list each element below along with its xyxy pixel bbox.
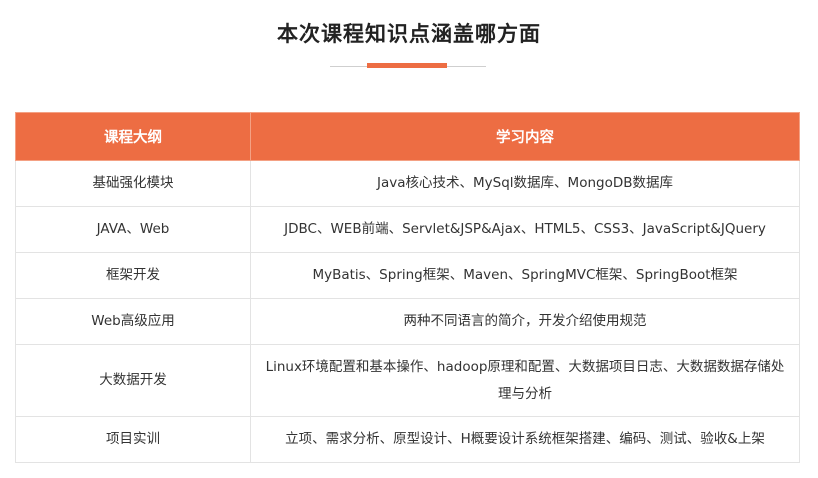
module-cell: 框架开发: [15, 252, 251, 299]
module-cell: 大数据开发: [15, 344, 251, 417]
table-row: 项目实训 立项、需求分析、原型设计、H概要设计系统框架搭建、编码、测试、验收&上…: [15, 416, 800, 463]
table-header-row: 课程大纲 学习内容: [15, 112, 800, 161]
header-course-outline: 课程大纲: [15, 112, 251, 161]
module-cell: Web高级应用: [15, 298, 251, 345]
module-cell: 项目实训: [15, 416, 251, 463]
content-cell: 两种不同语言的简介，开发介绍使用规范: [250, 298, 800, 345]
course-outline-page: 本次课程知识点涵盖哪方面 课程大纲 学习内容 基础强化模块 Java核心技术、M…: [0, 0, 818, 478]
page-title: 本次课程知识点涵盖哪方面: [277, 22, 541, 46]
table-row: 大数据开发 Linux环境配置和基本操作、hadoop原理和配置、大数据项目日志…: [15, 344, 800, 417]
module-cell: JAVA、Web: [15, 206, 251, 253]
content-cell: Linux环境配置和基本操作、hadoop原理和配置、大数据项目日志、大数据数据…: [250, 344, 800, 417]
content-cell: 立项、需求分析、原型设计、H概要设计系统框架搭建、编码、测试、验收&上架: [250, 416, 800, 463]
table-row: Web高级应用 两种不同语言的简介，开发介绍使用规范: [15, 298, 800, 345]
header-learning-content: 学习内容: [250, 112, 800, 161]
module-cell: 基础强化模块: [15, 160, 251, 207]
content-cell: MyBatis、Spring框架、Maven、SpringMVC框架、Sprin…: [250, 252, 800, 299]
table-row: 框架开发 MyBatis、Spring框架、Maven、SpringMVC框架、…: [15, 252, 800, 299]
title-divider-accent: [367, 63, 447, 68]
table-row: 基础强化模块 Java核心技术、MySql数据库、MongoDB数据库: [15, 160, 800, 207]
table-row: JAVA、Web JDBC、WEB前端、Servlet&JSP&Ajax、HTM…: [15, 206, 800, 253]
content-cell: JDBC、WEB前端、Servlet&JSP&Ajax、HTML5、CSS3、J…: [250, 206, 800, 253]
course-outline-table: 课程大纲 学习内容 基础强化模块 Java核心技术、MySql数据库、Mongo…: [15, 112, 800, 463]
content-cell: Java核心技术、MySql数据库、MongoDB数据库: [250, 160, 800, 207]
